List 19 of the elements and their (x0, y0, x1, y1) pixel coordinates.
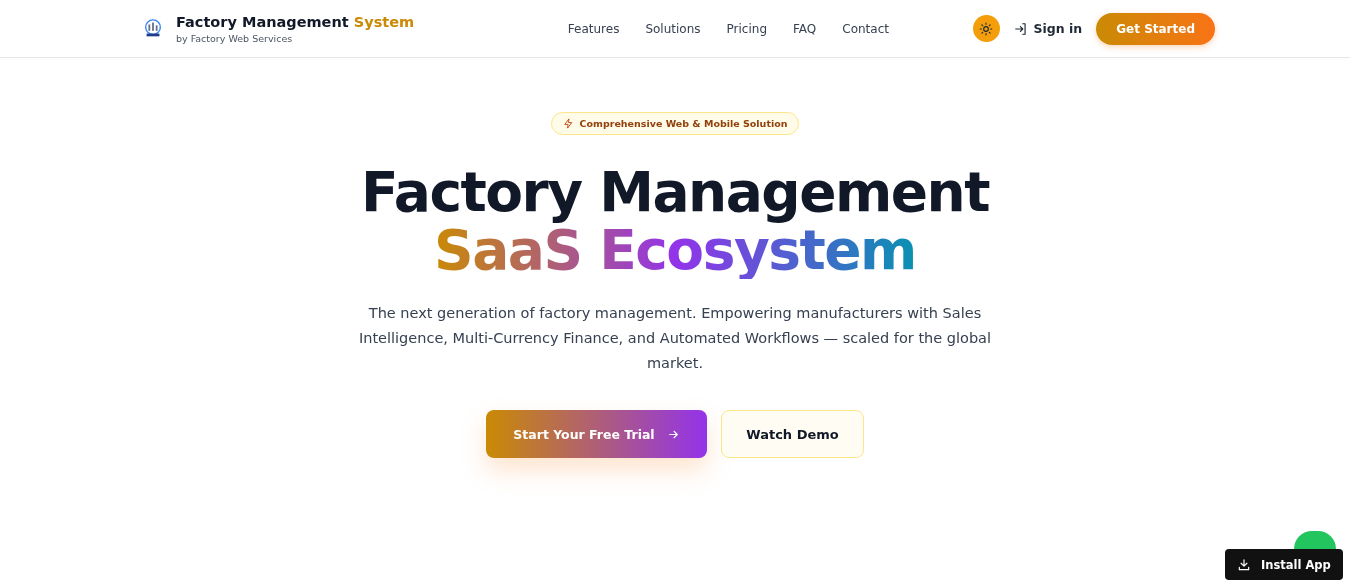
nav-link[interactable]: Solutions (645, 21, 701, 36)
badge-text: Comprehensive Web & Mobile Solution (579, 118, 788, 129)
sign-in-button[interactable]: Sign in (1013, 21, 1083, 36)
install-app-button[interactable]: Install App (1225, 549, 1343, 580)
nav-link[interactable]: FAQ (793, 21, 817, 36)
sun-icon (979, 21, 994, 36)
download-icon (1237, 557, 1251, 572)
nav-link[interactable]: Pricing (726, 21, 767, 36)
sign-in-icon (1013, 21, 1028, 36)
nav-link[interactable]: Features (567, 21, 620, 36)
brand-subtitle: by Factory Web Services (176, 32, 294, 44)
free-trial-button[interactable]: Start Your Free Trial (486, 410, 707, 458)
nav-link[interactable]: Contact (842, 21, 889, 36)
theme-toggle-button[interactable] (972, 15, 1000, 42)
headline: Factory Management (360, 163, 990, 221)
brand-title: Factory Management System (176, 13, 415, 30)
watch-demo-button[interactable]: Watch Demo (721, 410, 864, 458)
lightning-icon (562, 118, 574, 129)
hero-description: The next generation of factory management. Empowering manufacturers with Sales Intelligence, Multi-Currency Finance, and Automated Workflows — scaled for the global market. (357, 304, 993, 373)
